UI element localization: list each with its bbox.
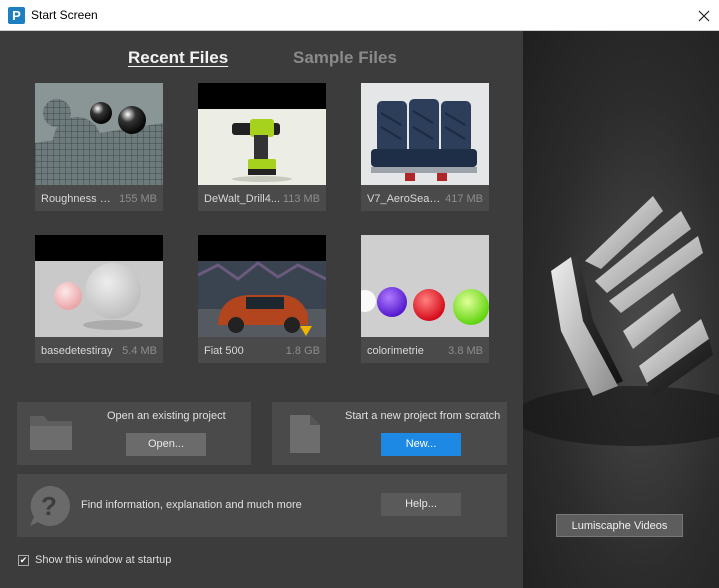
new-document-icon bbox=[290, 415, 320, 453]
startup-toggle[interactable]: ✔ Show this window at startup bbox=[18, 554, 171, 566]
file-thumbnail bbox=[198, 83, 326, 185]
file-name: Fiat 500 bbox=[204, 345, 244, 357]
startup-label: Show this window at startup bbox=[35, 554, 172, 566]
window-title: Start Screen bbox=[31, 8, 98, 22]
new-project-panel: Start a new project from scratch New... bbox=[272, 402, 507, 465]
file-size: 1.8 GB bbox=[285, 345, 320, 357]
tab-recent-files[interactable]: Recent Files bbox=[128, 48, 228, 68]
file-thumbnail bbox=[35, 83, 163, 185]
open-project-label: Open an existing project bbox=[107, 410, 226, 422]
tab-sample-files[interactable]: Sample Files bbox=[293, 48, 397, 68]
title-bar: P Start Screen bbox=[0, 0, 719, 31]
help-panel: ? Find information, explanation and much… bbox=[17, 474, 507, 537]
new-project-label: Start a new project from scratch bbox=[345, 410, 501, 422]
lumiscaphe-logo-icon bbox=[523, 196, 719, 446]
file-thumbnail bbox=[361, 83, 489, 185]
help-button[interactable]: Help... bbox=[381, 493, 461, 516]
file-name: colorimetrie bbox=[367, 345, 424, 357]
open-project-panel: Open an existing project Open... bbox=[17, 402, 251, 465]
folder-icon bbox=[30, 416, 72, 450]
recent-file-card[interactable]: Fiat 500 1.8 GB bbox=[198, 235, 326, 363]
app-logo-icon: P bbox=[8, 7, 25, 24]
file-name: DeWalt_Drill4... bbox=[204, 193, 280, 205]
recent-file-card[interactable]: colorimetrie 3.8 MB bbox=[361, 235, 489, 363]
recent-file-card[interactable]: Roughness m... 155 MB bbox=[35, 83, 163, 211]
help-question-icon: ? bbox=[30, 485, 70, 526]
new-button[interactable]: New... bbox=[381, 433, 461, 456]
open-button[interactable]: Open... bbox=[126, 433, 206, 456]
close-icon bbox=[698, 10, 710, 21]
recent-file-card[interactable]: V7_AeroSeat_... 417 MB bbox=[361, 83, 489, 211]
brand-sidebar: Lumiscaphe Videos bbox=[523, 31, 719, 588]
file-name: basedetestiray bbox=[41, 345, 113, 357]
recent-file-card[interactable]: DeWalt_Drill4... 113 MB bbox=[198, 83, 326, 211]
startup-checkbox[interactable]: ✔ bbox=[18, 554, 29, 566]
file-thumbnail bbox=[35, 235, 163, 337]
file-size: 3.8 MB bbox=[448, 345, 483, 357]
lumiscaphe-videos-button[interactable]: Lumiscaphe Videos bbox=[556, 514, 683, 537]
close-button[interactable] bbox=[689, 0, 719, 31]
recent-file-card[interactable]: basedetestiray 5.4 MB bbox=[35, 235, 163, 363]
file-size: 155 MB bbox=[119, 193, 157, 205]
file-size: 417 MB bbox=[445, 193, 483, 205]
svg-text:?: ? bbox=[41, 491, 57, 521]
file-name: Roughness m... bbox=[41, 193, 117, 205]
start-panel: Recent Files Sample Files Roughness m...… bbox=[0, 31, 523, 588]
file-thumbnail bbox=[361, 235, 489, 337]
help-label: Find information, explanation and much m… bbox=[81, 499, 302, 511]
file-name: V7_AeroSeat_... bbox=[367, 193, 443, 205]
file-size: 113 MB bbox=[282, 193, 320, 205]
file-size: 5.4 MB bbox=[122, 345, 157, 357]
file-thumbnail bbox=[198, 235, 326, 337]
